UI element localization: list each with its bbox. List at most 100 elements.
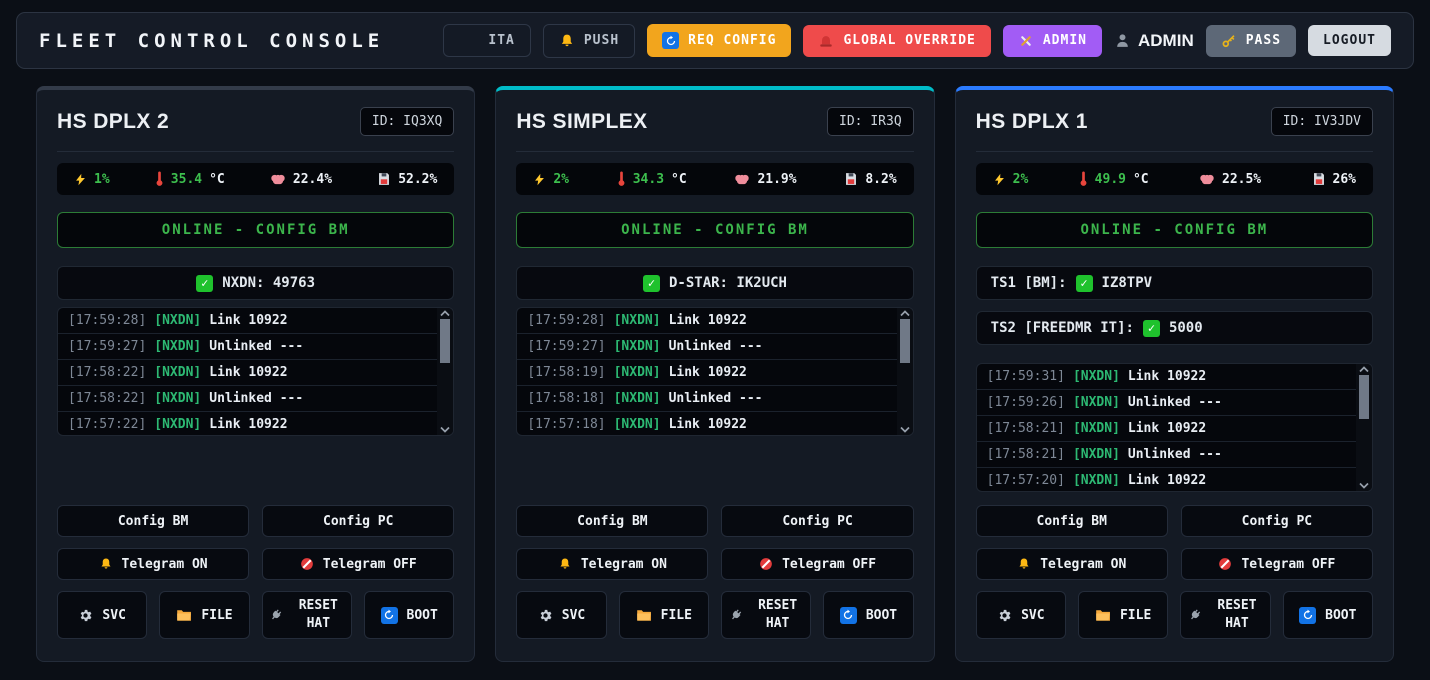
log-tag: [NXDN] <box>154 417 201 432</box>
log-rows[interactable]: [17:59:31][NXDN]Link 10922 [17:59:26][NX… <box>977 364 1356 491</box>
app-title: FLEET CONTROL CONSOLE <box>39 30 384 52</box>
status-box: ONLINE - CONFIG BM <box>976 212 1373 248</box>
log-message: Link 10922 <box>669 313 747 328</box>
status-box: ONLINE - CONFIG BM <box>57 212 454 248</box>
divider <box>976 151 1373 152</box>
log-tag: [NXDN] <box>614 417 661 432</box>
scrollbar-thumb[interactable] <box>1359 375 1369 419</box>
global-override-button[interactable]: GLOBAL OVERRIDE <box>803 25 990 57</box>
divider <box>57 151 454 152</box>
log-message: Link 10922 <box>1128 473 1206 488</box>
scroll-up-icon[interactable] <box>900 310 910 317</box>
config-bm-button[interactable]: Config BM <box>976 505 1168 537</box>
card-title: HS DPLX 2 <box>57 110 169 134</box>
svc-button[interactable]: SVC <box>976 591 1066 639</box>
log-scrollbar[interactable] <box>437 308 453 435</box>
scrollbar-track[interactable] <box>440 317 450 426</box>
user-icon <box>1114 32 1131 49</box>
pass-button[interactable]: PASS <box>1206 25 1296 57</box>
boot-button[interactable]: BOOT <box>823 591 913 639</box>
file-button[interactable]: FILE <box>619 591 709 639</box>
req-config-button[interactable]: REQ CONFIG <box>647 24 791 57</box>
timeslot-1-row: TS1 [BM]: ✓ IZ8TPV <box>976 266 1373 300</box>
scroll-down-icon[interactable] <box>440 426 450 433</box>
timeslot-2-row: TS2 [FREEDMR IT]: ✓ 5000 <box>976 311 1373 345</box>
log-message: Link 10922 <box>209 365 287 380</box>
bell-icon <box>1017 557 1031 571</box>
config-pc-button[interactable]: Config PC <box>721 505 913 537</box>
disk-value: 8.2% <box>865 172 896 187</box>
card-title: HS DPLX 1 <box>976 110 1088 134</box>
log-tag: [NXDN] <box>154 391 201 406</box>
device-id-badge: ID: IR3Q <box>827 107 914 136</box>
config-pc-label: Config PC <box>323 514 393 529</box>
hotspot-card-hs-dplx-2: HS DPLX 2 ID: IQ3XQ 1% 35.4°C 22.4% 52.2… <box>36 86 475 662</box>
floppy-disk-icon <box>1312 172 1326 186</box>
prohibited-icon <box>300 557 314 571</box>
log-time: [17:58:22] <box>68 391 146 406</box>
boot-button[interactable]: BOOT <box>364 591 454 639</box>
prohibited-icon <box>1218 557 1232 571</box>
config-bm-button[interactable]: Config BM <box>516 505 708 537</box>
telegram-off-button[interactable]: Telegram OFF <box>262 548 454 580</box>
log-time: [17:57:20] <box>987 473 1065 488</box>
reset-hat-button[interactable]: RESET HAT <box>721 591 811 639</box>
hotspot-card-hs-dplx-1: HS DPLX 1 ID: IV3JDV 2% 49.9°C 22.5% 26%… <box>955 86 1394 662</box>
scrollbar-track[interactable] <box>900 317 910 426</box>
svc-button[interactable]: SVC <box>516 591 606 639</box>
scroll-down-icon[interactable] <box>900 426 910 433</box>
log-rows[interactable]: [17:59:28][NXDN]Link 10922 [17:59:27][NX… <box>58 308 437 435</box>
config-pc-button[interactable]: Config PC <box>1181 505 1373 537</box>
log-tag: [NXDN] <box>1073 369 1120 384</box>
telegram-on-button[interactable]: Telegram ON <box>976 548 1168 580</box>
log-time: [17:57:18] <box>527 417 605 432</box>
boot-label: BOOT <box>407 608 438 623</box>
cards-row: HS DPLX 2 ID: IQ3XQ 1% 35.4°C 22.4% 52.2… <box>36 86 1394 662</box>
svc-label: SVC <box>562 608 585 623</box>
log-scrollbar[interactable] <box>897 308 913 435</box>
thermometer-icon <box>155 171 164 187</box>
log-message: Link 10922 <box>669 365 747 380</box>
brain-icon <box>1199 173 1215 186</box>
log-entry: [17:59:28][NXDN]Link 10922 <box>517 308 896 334</box>
power-value: 2% <box>553 172 569 187</box>
mode-label: D-STAR: IK2UCH <box>669 275 787 291</box>
log-entry: [17:59:27][NXDN]Unlinked --- <box>517 334 896 360</box>
mode-row: ✓ D-STAR: IK2UCH <box>516 266 913 300</box>
file-button[interactable]: FILE <box>159 591 249 639</box>
reset-hat-button[interactable]: RESET HAT <box>262 591 352 639</box>
push-button[interactable]: PUSH <box>543 24 635 58</box>
log-rows[interactable]: [17:59:28][NXDN]Link 10922 [17:59:27][NX… <box>517 308 896 435</box>
telegram-off-button[interactable]: Telegram OFF <box>721 548 913 580</box>
timeslot-2-value: 5000 <box>1169 320 1203 336</box>
telegram-off-button[interactable]: Telegram OFF <box>1181 548 1373 580</box>
config-bm-button[interactable]: Config BM <box>57 505 249 537</box>
scroll-down-icon[interactable] <box>1359 482 1369 489</box>
stats-bar: 1% 35.4°C 22.4% 52.2% <box>57 163 454 195</box>
admin-panel-button[interactable]: ADMIN <box>1003 25 1102 57</box>
boot-button[interactable]: BOOT <box>1283 591 1373 639</box>
log-message: Unlinked --- <box>209 339 303 354</box>
language-button[interactable]: ITA <box>443 24 530 57</box>
log-time: [17:58:18] <box>527 391 605 406</box>
log-time: [17:58:22] <box>68 365 146 380</box>
config-bm-label: Config BM <box>577 514 647 529</box>
scroll-up-icon[interactable] <box>440 310 450 317</box>
scroll-up-icon[interactable] <box>1359 366 1369 373</box>
file-button[interactable]: FILE <box>1078 591 1168 639</box>
scrollbar-thumb[interactable] <box>440 319 450 363</box>
config-pc-button[interactable]: Config PC <box>262 505 454 537</box>
card-actions: Config BM Config PC Telegram ON Telegram… <box>57 494 454 639</box>
log-tag: [NXDN] <box>154 313 201 328</box>
reset-hat-label: RESET HAT <box>1211 597 1263 633</box>
logout-button[interactable]: LOGOUT <box>1308 25 1391 56</box>
log-scrollbar[interactable] <box>1356 364 1372 491</box>
scrollbar-track[interactable] <box>1359 373 1369 482</box>
telegram-on-button[interactable]: Telegram ON <box>516 548 708 580</box>
reset-hat-button[interactable]: RESET HAT <box>1180 591 1270 639</box>
svc-button[interactable]: SVC <box>57 591 147 639</box>
scrollbar-thumb[interactable] <box>900 319 910 363</box>
power-stat: 2% <box>533 172 569 187</box>
telegram-on-button[interactable]: Telegram ON <box>57 548 249 580</box>
card-header: HS DPLX 2 ID: IQ3XQ <box>57 107 454 136</box>
